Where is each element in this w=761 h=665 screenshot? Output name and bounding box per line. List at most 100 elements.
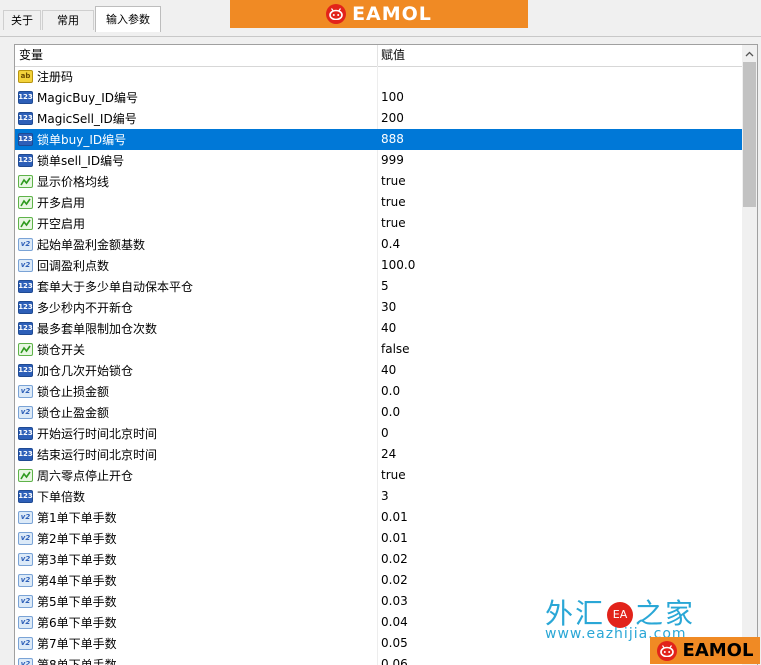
param-name-cell[interactable]: 开空启用 [18,213,376,234]
param-value-cell[interactable]: 0.03 [381,591,408,612]
param-name-cell[interactable]: 123 锁单buy_ID编号 [18,129,376,150]
param-row[interactable]: 周六零点停止开仓 true [15,465,742,486]
param-value-cell[interactable]: false [381,339,410,360]
param-row[interactable]: 开空启用 true [15,213,742,234]
param-value-cell[interactable]: 5 [381,276,389,297]
param-value-cell[interactable]: 0 [381,423,389,444]
param-row[interactable]: v2 起始单盈利金额基数 0.4 [15,234,742,255]
scroll-up-arrow-icon[interactable] [742,45,757,62]
param-name-cell[interactable]: v2 锁仓止损金额 [18,381,376,402]
param-row[interactable]: 显示价格均线 true [15,171,742,192]
param-value-cell[interactable]: 200 [381,108,404,129]
param-row[interactable]: 123 开始运行时间北京时间 0 [15,423,742,444]
param-name-cell[interactable]: 123 锁单sell_ID编号 [18,150,376,171]
param-row[interactable]: ab 注册码 [15,66,742,87]
param-name-cell[interactable]: v2 第1单下单手数 [18,507,376,528]
param-name-cell[interactable]: v2 第7单下单手数 [18,633,376,654]
param-row[interactable]: v2 第4单下单手数 0.02 [15,570,742,591]
param-name-cell[interactable]: v2 锁仓止盈金额 [18,402,376,423]
param-row[interactable]: 123 锁单sell_ID编号 999 [15,150,742,171]
param-value-cell[interactable]: 888 [381,129,404,150]
param-name-cell[interactable]: v2 回调盈利点数 [18,255,376,276]
tab-about[interactable]: 关于 [3,10,41,30]
integer-param-icon: 123 [18,154,33,167]
param-name-cell[interactable]: 123 下单倍数 [18,486,376,507]
param-name-cell[interactable]: v2 起始单盈利金额基数 [18,234,376,255]
cell-divider [377,339,378,360]
param-name-cell[interactable]: v2 第6单下单手数 [18,612,376,633]
param-value-cell[interactable]: 0.0 [381,402,400,423]
param-value-cell[interactable]: 40 [381,318,396,339]
column-header-value[interactable]: 赋值 [381,45,405,66]
param-value-cell[interactable]: 0.4 [381,234,400,255]
param-name-label: 套单大于多少单自动保本平仓 [37,280,194,294]
param-value-cell[interactable]: 3 [381,486,389,507]
cell-divider [377,255,378,276]
param-name-cell[interactable]: 显示价格均线 [18,171,376,192]
param-name-cell[interactable]: v2 第5单下单手数 [18,591,376,612]
param-row[interactable]: v2 第8单下单手数 0.06 [15,654,742,665]
param-name-cell[interactable]: 123 最多套单限制加仓次数 [18,318,376,339]
param-name-cell[interactable]: 123 MagicBuy_ID编号 [18,87,376,108]
cell-divider [377,150,378,171]
integer-param-icon: 123 [18,427,33,440]
param-row[interactable]: v2 第1单下单手数 0.01 [15,507,742,528]
column-header-variable[interactable]: 变量 [19,45,43,66]
param-value-cell[interactable]: 999 [381,150,404,171]
param-name-cell[interactable]: 123 结束运行时间北京时间 [18,444,376,465]
param-row[interactable]: 123 结束运行时间北京时间 24 [15,444,742,465]
param-name-cell[interactable]: 123 多少秒内不开新仓 [18,297,376,318]
param-row[interactable]: 123 锁单buy_ID编号 888 [15,129,742,150]
scrollbar-thumb[interactable] [743,62,756,207]
column-divider[interactable] [377,45,378,66]
param-name-cell[interactable]: 123 加仓几次开始锁仓 [18,360,376,381]
param-row[interactable]: v2 锁仓止损金额 0.0 [15,381,742,402]
cell-divider [377,486,378,507]
param-name-cell[interactable]: v2 第3单下单手数 [18,549,376,570]
param-name-cell[interactable]: v2 第2单下单手数 [18,528,376,549]
param-row[interactable]: 123 多少秒内不开新仓 30 [15,297,742,318]
param-row[interactable]: 123 MagicSell_ID编号 200 [15,108,742,129]
param-value-cell[interactable]: 0.06 [381,654,408,665]
param-value-cell[interactable]: 0.02 [381,549,408,570]
param-value-cell[interactable]: true [381,192,406,213]
param-value-cell[interactable]: 40 [381,360,396,381]
param-value-cell[interactable]: true [381,465,406,486]
param-value-cell[interactable]: 24 [381,444,396,465]
param-row[interactable]: 开多启用 true [15,192,742,213]
param-name-cell[interactable]: 123 MagicSell_ID编号 [18,108,376,129]
param-name-cell[interactable]: 开多启用 [18,192,376,213]
param-value-cell[interactable]: true [381,171,406,192]
param-row[interactable]: v2 回调盈利点数 100.0 [15,255,742,276]
param-row[interactable]: 锁仓开关 false [15,339,742,360]
param-name-cell[interactable]: 123 开始运行时间北京时间 [18,423,376,444]
tab-input-params[interactable]: 输入参数 [95,6,161,32]
param-value-cell[interactable]: 0.04 [381,612,408,633]
param-name-cell[interactable]: 周六零点停止开仓 [18,465,376,486]
param-name-cell[interactable]: ab 注册码 [18,66,376,87]
vertical-scrollbar[interactable] [742,45,757,665]
param-row[interactable]: 123 MagicBuy_ID编号 100 [15,87,742,108]
param-value-cell[interactable]: 0.0 [381,381,400,402]
param-value-cell[interactable]: 100 [381,87,404,108]
cell-divider [377,234,378,255]
param-value-cell[interactable]: 0.02 [381,570,408,591]
param-row[interactable]: 123 下单倍数 3 [15,486,742,507]
param-name-cell[interactable]: 123 套单大于多少单自动保本平仓 [18,276,376,297]
param-name-cell[interactable]: 锁仓开关 [18,339,376,360]
param-row[interactable]: 123 最多套单限制加仓次数 40 [15,318,742,339]
param-value-cell[interactable]: 0.01 [381,528,408,549]
param-row[interactable]: 123 套单大于多少单自动保本平仓 5 [15,276,742,297]
param-row[interactable]: v2 第2单下单手数 0.01 [15,528,742,549]
param-name-cell[interactable]: v2 第4单下单手数 [18,570,376,591]
param-value-cell[interactable]: 0.01 [381,507,408,528]
param-row[interactable]: 123 加仓几次开始锁仓 40 [15,360,742,381]
param-value-cell[interactable]: true [381,213,406,234]
param-row[interactable]: v2 第3单下单手数 0.02 [15,549,742,570]
param-value-cell[interactable]: 30 [381,297,396,318]
param-value-cell[interactable]: 0.05 [381,633,408,654]
param-row[interactable]: v2 锁仓止盈金额 0.0 [15,402,742,423]
param-value-cell[interactable]: 100.0 [381,255,415,276]
param-name-cell[interactable]: v2 第8单下单手数 [18,654,376,665]
tab-common[interactable]: 常用 [42,10,94,30]
